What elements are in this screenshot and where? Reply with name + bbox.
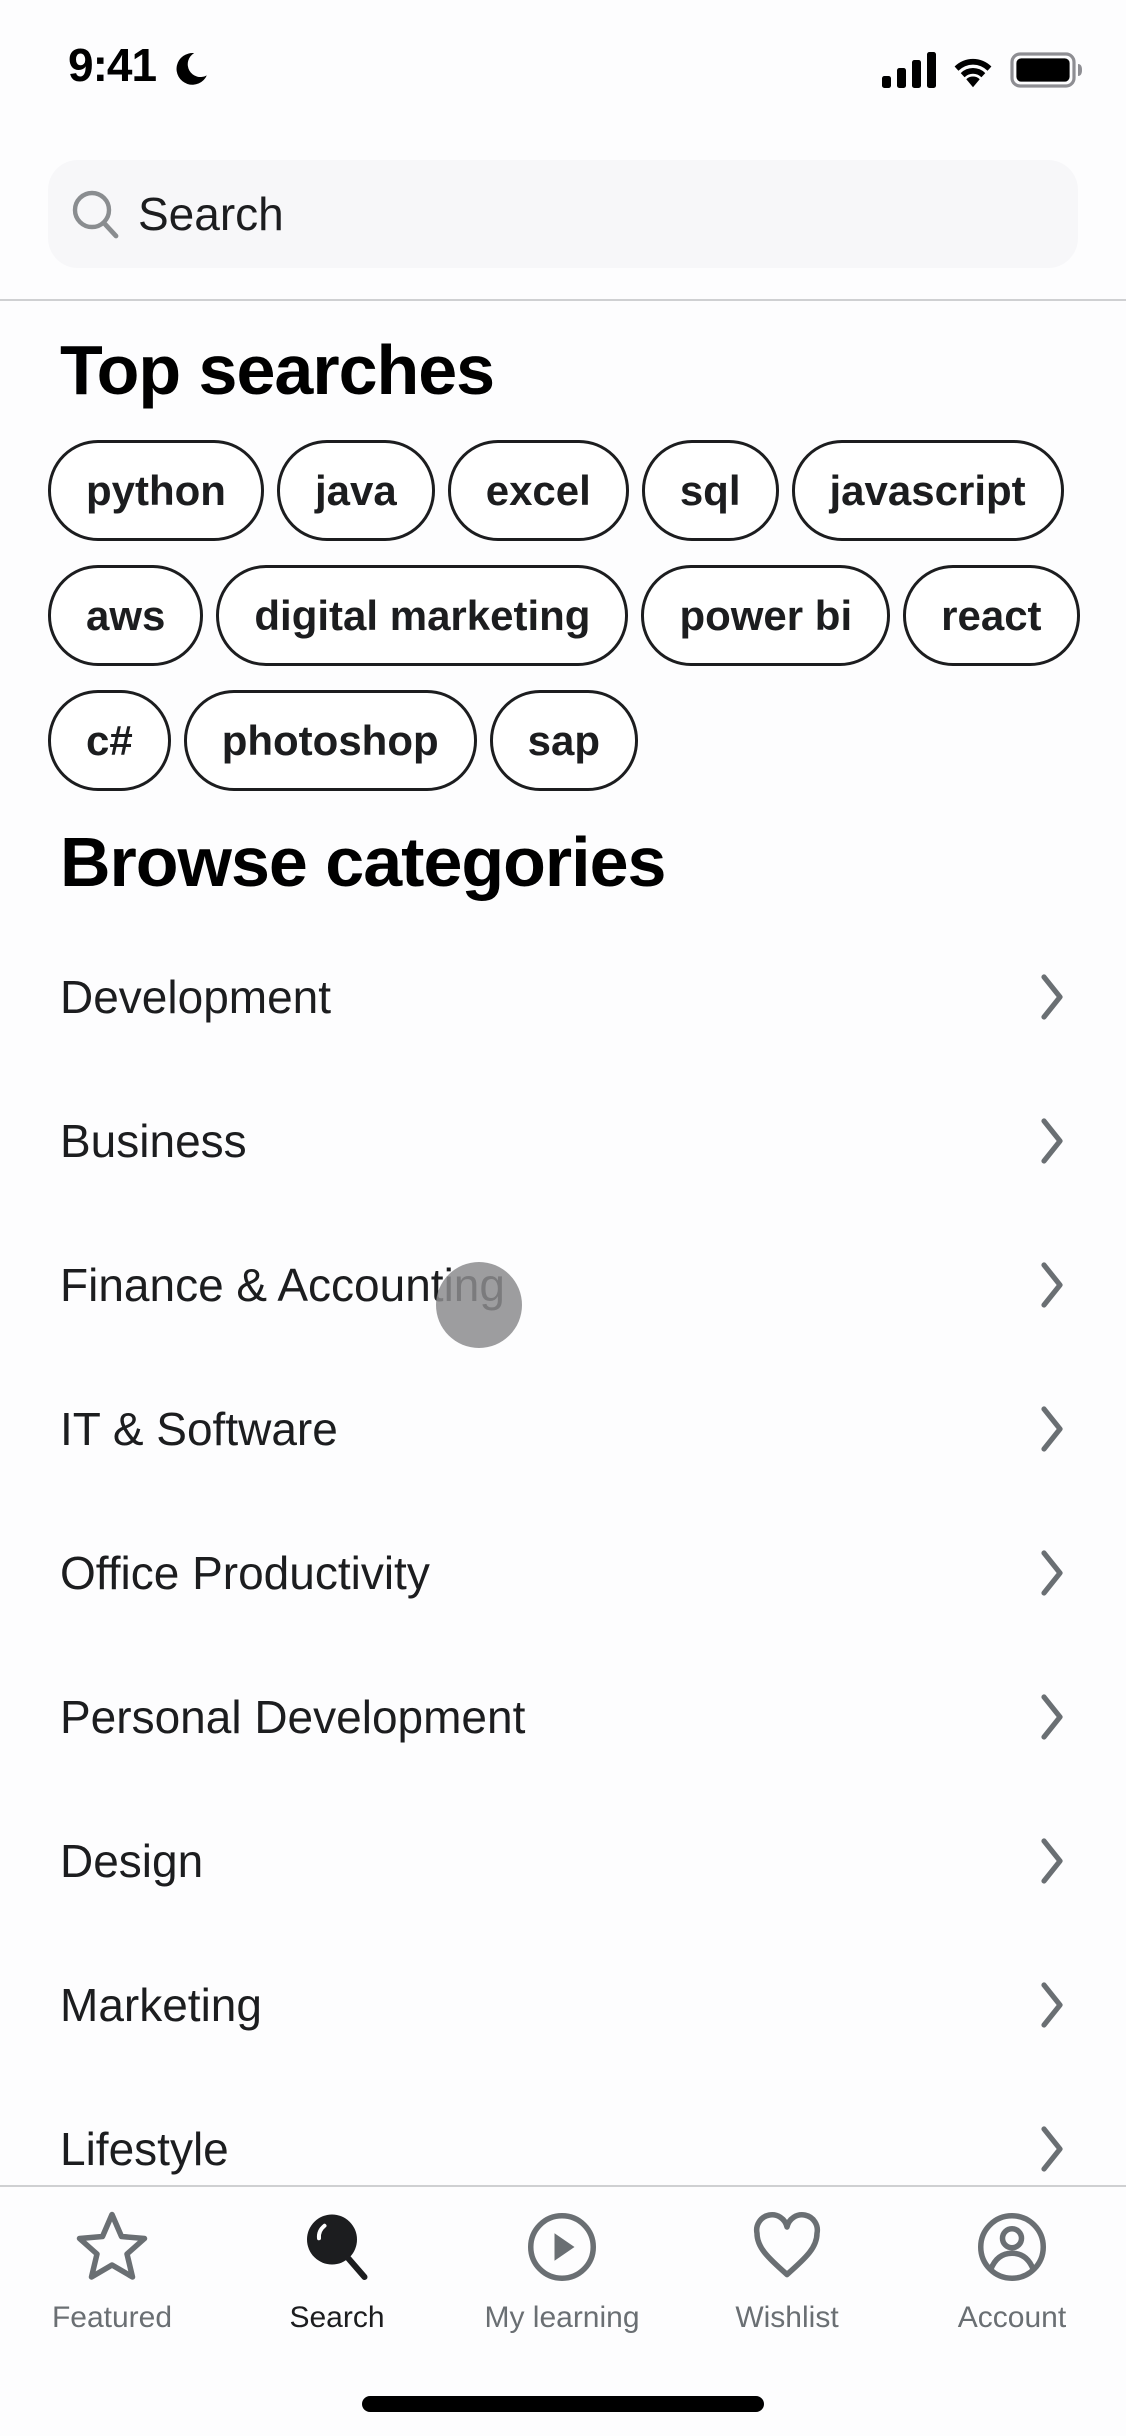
chip-digital-marketing[interactable]: digital marketing [216, 565, 629, 666]
moon-icon [176, 53, 207, 85]
chip-sap[interactable]: sap [489, 690, 639, 791]
account-icon [978, 2213, 1046, 2281]
star-icon [76, 2211, 148, 2280]
tab-featured[interactable]: Featured [12, 2207, 212, 2357]
chip-excel[interactable]: excel [447, 440, 629, 541]
chevron-right-icon [1041, 1982, 1063, 2028]
chevron-right-icon [1041, 1838, 1063, 1884]
heart-icon [753, 2212, 821, 2278]
search-icon [307, 2214, 368, 2280]
tab-account[interactable]: Account [912, 2207, 1112, 2357]
search-input[interactable] [138, 187, 1038, 241]
top-searches-chips: python java excel sql javascript aws dig… [48, 440, 1088, 791]
chip-python[interactable]: python [48, 440, 264, 541]
category-label: Design [60, 1835, 204, 1887]
tab-label: Featured [51, 2301, 173, 2334]
chevron-right-icon [1041, 1406, 1063, 1452]
category-label: Personal Development [60, 1691, 526, 1743]
chip-photoshop[interactable]: photoshop [183, 690, 477, 791]
search-field[interactable] [48, 160, 1078, 268]
tab-label: My learning [484, 2301, 640, 2334]
status-bar: 9:41 [0, 0, 1126, 140]
browse-categories-title: Browse categories [60, 823, 666, 901]
category-label: Development [60, 971, 332, 1023]
category-item-design[interactable]: Design [0, 1789, 1126, 1933]
play-circle-icon [528, 2213, 596, 2281]
tab-my-learning[interactable]: My learning [462, 2207, 662, 2357]
wifi-icon [954, 58, 992, 88]
category-item-development[interactable]: Development [0, 925, 1126, 1069]
chevron-right-icon [1041, 974, 1063, 1020]
tab-label: Search [289, 2301, 385, 2334]
tab-wishlist[interactable]: Wishlist [687, 2207, 887, 2357]
category-item-finance-accounting[interactable]: Finance & Accounting [0, 1213, 1126, 1357]
category-item-personal-development[interactable]: Personal Development [0, 1645, 1126, 1789]
chevron-right-icon [1041, 1262, 1063, 1308]
cellular-signal-icon [882, 52, 936, 88]
category-label: Lifestyle [60, 2123, 229, 2175]
status-time: 9:41 [68, 39, 157, 91]
top-searches-title: Top searches [60, 331, 495, 409]
home-indicator[interactable] [362, 2396, 764, 2412]
chevron-right-icon [1041, 1694, 1063, 1740]
header-divider [0, 299, 1126, 301]
touch-indicator [436, 1262, 522, 1348]
category-item-it-software[interactable]: IT & Software [0, 1357, 1126, 1501]
chip-react[interactable]: react [903, 565, 1080, 666]
battery-icon [1010, 52, 1082, 88]
category-item-business[interactable]: Business [0, 1069, 1126, 1213]
chip-csharp[interactable]: c# [48, 690, 171, 791]
category-list: Development Business Finance & Accountin… [0, 925, 1126, 2221]
tab-label: Account [957, 2301, 1067, 2334]
category-label: Business [60, 1115, 247, 1167]
category-label: IT & Software [60, 1403, 338, 1455]
search-icon [72, 190, 119, 239]
chevron-right-icon [1041, 1118, 1063, 1164]
category-item-office-productivity[interactable]: Office Productivity [0, 1501, 1126, 1645]
chip-javascript[interactable]: javascript [791, 440, 1064, 541]
chevron-right-icon [1041, 2126, 1063, 2172]
category-label: Marketing [60, 1979, 262, 2031]
tab-label: Wishlist [735, 2301, 839, 2334]
chip-aws[interactable]: aws [48, 565, 204, 666]
category-label: Office Productivity [60, 1547, 430, 1599]
chip-sql[interactable]: sql [641, 440, 779, 541]
tab-search[interactable]: Search [237, 2207, 437, 2357]
category-item-marketing[interactable]: Marketing [0, 1933, 1126, 2077]
chevron-right-icon [1041, 1550, 1063, 1596]
chip-power-bi[interactable]: power bi [641, 565, 891, 666]
chip-java[interactable]: java [276, 440, 435, 541]
